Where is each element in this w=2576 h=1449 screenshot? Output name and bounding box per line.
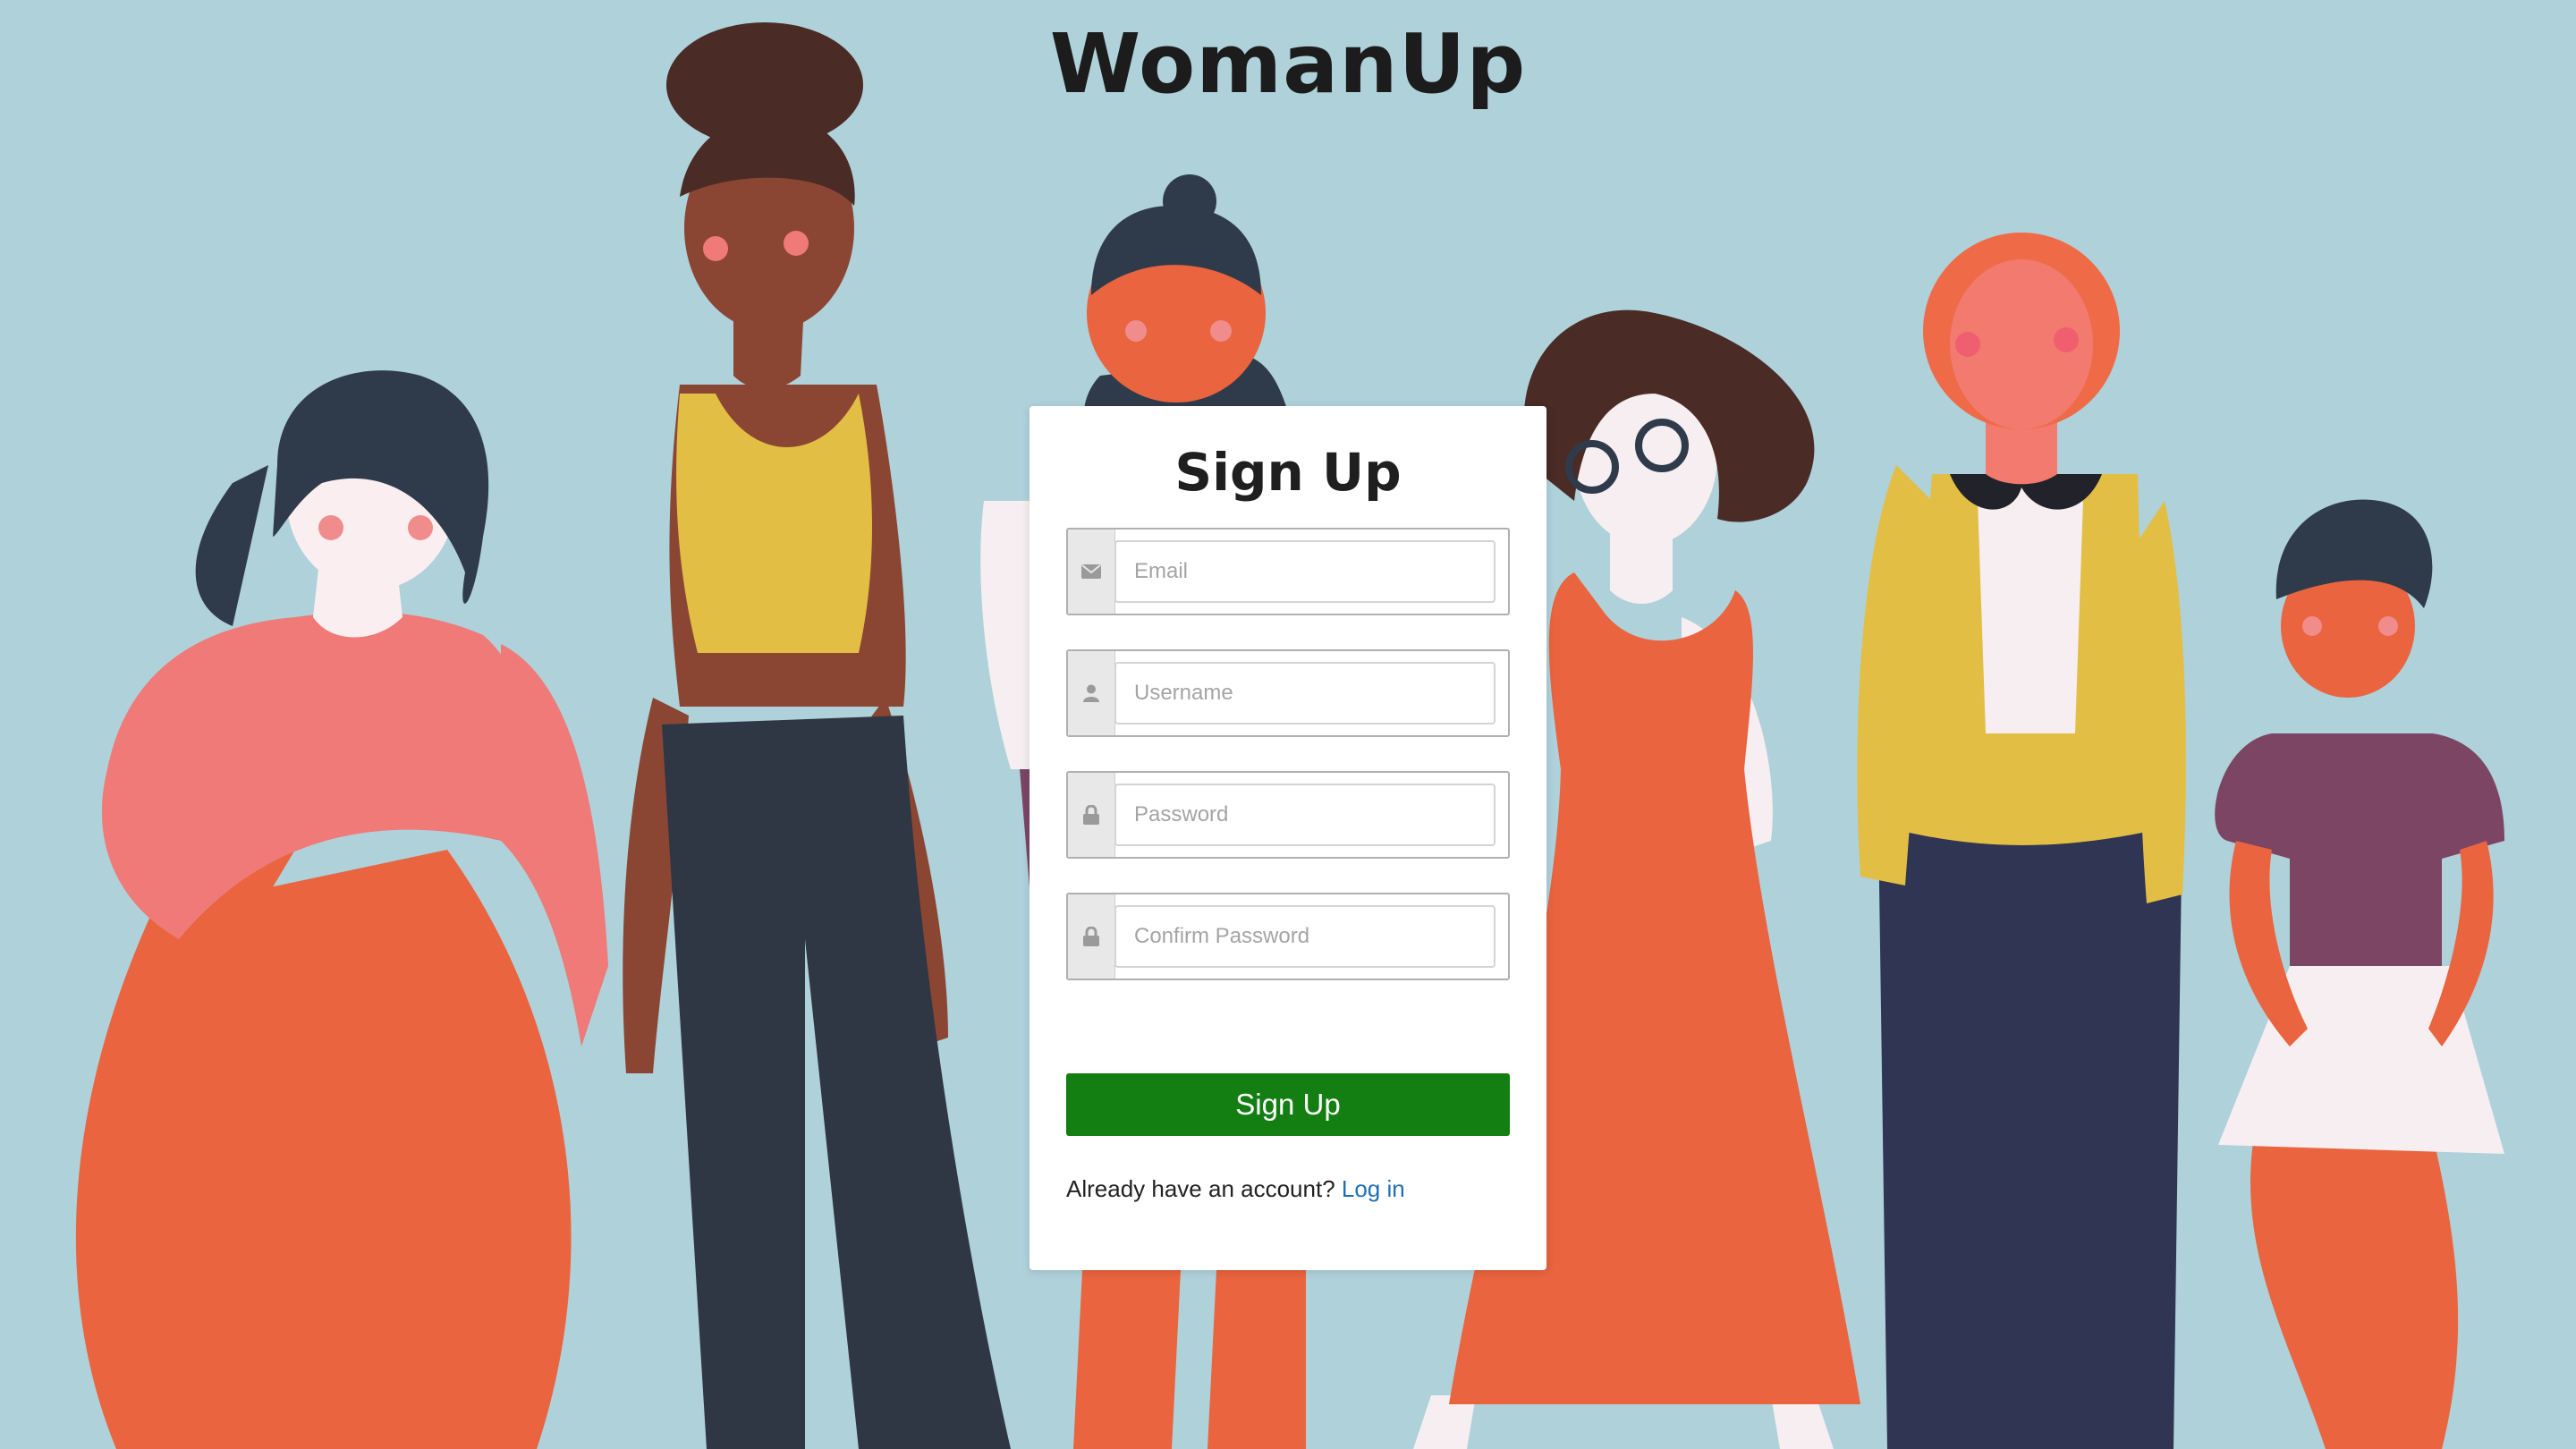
signup-title: Sign Up xyxy=(1174,442,1402,503)
confirm-password-input[interactable] xyxy=(1114,905,1496,968)
username-field-group xyxy=(1066,649,1510,737)
woman-pink-top xyxy=(75,370,608,1449)
password-input[interactable] xyxy=(1114,784,1496,846)
lock-icon xyxy=(1068,773,1115,857)
login-link[interactable]: Log in xyxy=(1342,1175,1405,1202)
email-input[interactable] xyxy=(1114,540,1496,603)
login-prompt-row: Already have an account? Log in xyxy=(1066,1175,1510,1203)
woman-yellow-cardigan xyxy=(1857,233,2186,1449)
signup-card: Sign Up Sign Up Already have an account?… xyxy=(1030,406,1546,1270)
brand-logo: WomanUp xyxy=(1049,16,1527,112)
envelope-icon xyxy=(1068,530,1115,614)
login-prompt-text: Already have an account? xyxy=(1066,1175,1335,1202)
user-icon xyxy=(1068,651,1115,735)
lock-icon xyxy=(1068,894,1115,979)
confirm-password-field-group xyxy=(1066,893,1510,980)
woman-purple-top xyxy=(2215,499,2504,1449)
email-field-group xyxy=(1066,528,1510,615)
signup-button[interactable]: Sign Up xyxy=(1066,1073,1510,1136)
woman-yellow-top xyxy=(623,22,1011,1449)
password-field-group xyxy=(1066,771,1510,859)
username-input[interactable] xyxy=(1114,662,1496,724)
